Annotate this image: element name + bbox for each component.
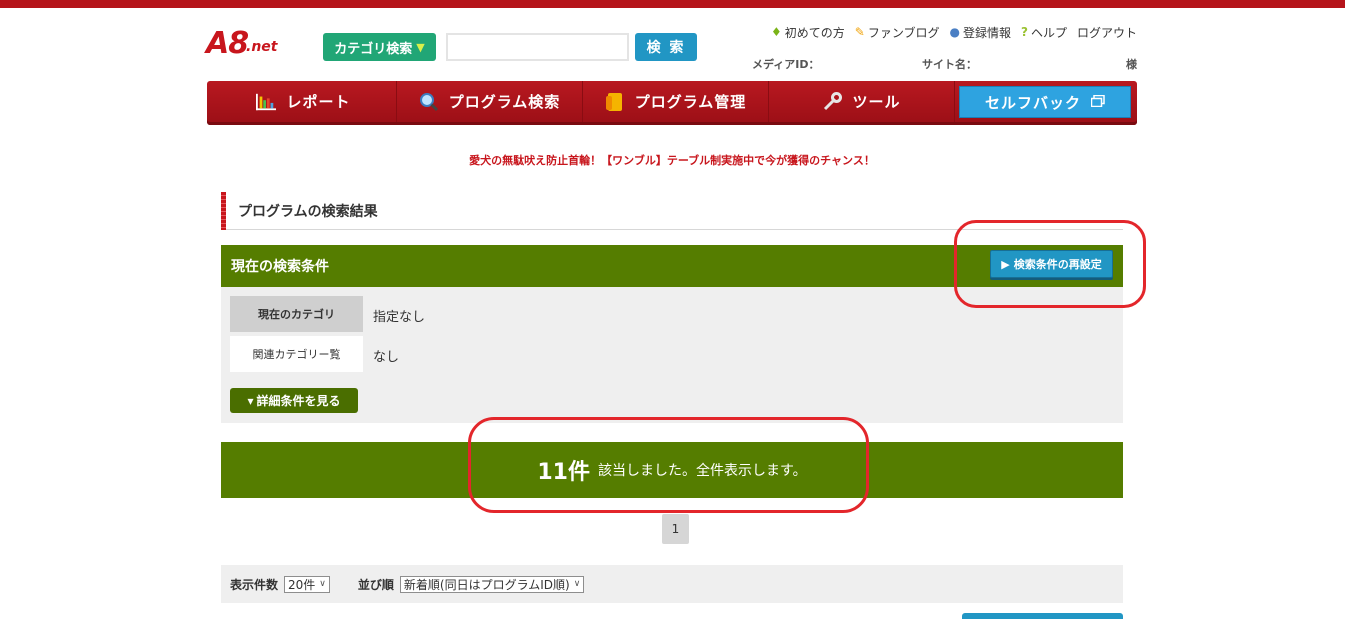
view-detail-conditions-button[interactable]: ▾ 詳細条件を見る	[230, 388, 358, 413]
reset-conditions-button[interactable]: ▶ 検索条件の再設定	[990, 250, 1113, 278]
conditions-header-label: 現在の検索条件	[231, 259, 329, 275]
help-link-label: ヘルプ	[1030, 25, 1067, 40]
reset-conditions-label: 検索条件の再設定	[1013, 258, 1102, 271]
search-button[interactable]: 検 索	[635, 33, 697, 61]
triangle-down-icon: ▾	[247, 393, 254, 408]
folder-icon	[605, 92, 625, 112]
sort-order-value: 新着順(同日はプログラムID順)	[403, 577, 570, 592]
category-search-button[interactable]: カテゴリ検索 ▼	[323, 33, 436, 61]
related-category-value: なし	[373, 350, 400, 365]
current-category-value: 指定なし	[373, 310, 426, 325]
question-icon: ?	[1021, 25, 1028, 39]
magnifier-icon	[419, 92, 439, 112]
page-title: プログラムの検索結果	[221, 192, 1123, 230]
main-navigation: レポート プログラム検索 プログラム管理 ツール セルフバック	[207, 81, 1137, 125]
chevron-down-icon: ∨	[573, 579, 581, 589]
logout-link-label: ログアウト	[1076, 25, 1137, 40]
external-window-icon	[1090, 93, 1105, 111]
current-category-label: 現在のカテゴリ	[230, 296, 363, 332]
nav-program-search[interactable]: プログラム検索	[397, 81, 583, 122]
nav-program-management[interactable]: プログラム管理	[583, 81, 769, 122]
sort-order-select[interactable]: 新着順(同日はプログラムID順) ∨	[399, 575, 585, 593]
logo-sub-text: .net	[246, 39, 278, 55]
user-icon: ●	[949, 25, 960, 39]
sort-bar: 表示件数 20件 ∨ 並び順 新着順(同日はプログラムID順) ∨	[221, 565, 1123, 603]
fan-blog-link-label: ファンブログ	[867, 25, 940, 40]
bar-chart-icon	[256, 92, 277, 112]
result-banner: 11件 該当しました。全件表示します。	[221, 442, 1123, 498]
registration-info-label: 登録情報	[962, 25, 1011, 40]
nav-selfback-label: セルフバック	[984, 93, 1081, 112]
pencil-icon: ✎	[854, 25, 865, 39]
per-page-select[interactable]: 20件 ∨	[284, 575, 330, 593]
category-search-label: カテゴリ検索	[334, 41, 413, 57]
per-page-label: 表示件数	[230, 577, 279, 592]
registration-info-link[interactable]: ● 登録情報	[950, 23, 1012, 41]
nav-program-search-label: プログラム検索	[448, 93, 561, 111]
help-link[interactable]: ? ヘルプ	[1021, 23, 1067, 41]
view-detail-conditions-label: 詳細条件を見る	[256, 394, 341, 408]
triangle-down-icon: ▼	[416, 40, 425, 54]
nav-report[interactable]: レポート	[211, 81, 397, 122]
pager-page-1[interactable]: 1	[662, 514, 689, 544]
nav-report-label: レポート	[286, 93, 351, 111]
site-name-label: サイト名：	[922, 58, 977, 71]
beginner-leaf-icon: ♦	[771, 25, 782, 39]
nav-program-management-label: プログラム管理	[634, 93, 747, 111]
account-meta: メディアID： サイト名： 様	[752, 56, 1137, 72]
related-category-label: 関連カテゴリー覧	[230, 336, 363, 372]
a8net-logo[interactable]: A8 .net	[206, 26, 298, 66]
conditions-header: 現在の検索条件	[221, 245, 1123, 287]
beginner-link[interactable]: ♦ 初めての方	[771, 23, 845, 41]
wrench-icon	[822, 91, 843, 112]
nav-selfback-button[interactable]: セルフバック	[959, 86, 1131, 118]
result-message: 該当しました。全件表示します。	[598, 463, 807, 479]
per-page-value: 20件	[288, 577, 316, 592]
sort-order-label: 並び順	[357, 577, 394, 592]
utility-links: ♦ 初めての方 ✎ ファンブログ ● 登録情報 ? ヘルプ ログアウト	[770, 23, 1137, 41]
chevron-down-icon: ∨	[319, 579, 326, 589]
logo-text: A8	[206, 26, 249, 61]
honorific-suffix: 様	[1126, 58, 1137, 71]
beginner-link-label: 初めての方	[784, 25, 845, 40]
media-id-label: メディアID：	[752, 58, 820, 71]
fan-blog-link[interactable]: ✎ ファンブログ	[855, 23, 940, 41]
top-accent-bar	[0, 0, 1345, 8]
search-input[interactable]	[446, 33, 629, 61]
nav-tools[interactable]: ツール	[769, 81, 955, 122]
promo-banner-link[interactable]: 愛犬の無駄吠え防止首輪！【ワンブル】テーブル制実施中で今が獲得のチャンス！	[207, 152, 1137, 168]
nav-tools-label: ツール	[852, 93, 901, 111]
partially-visible-button[interactable]	[962, 613, 1123, 619]
result-count: 11件	[537, 460, 590, 485]
triangle-right-icon: ▶	[1001, 257, 1010, 271]
logout-link[interactable]: ログアウト	[1077, 23, 1137, 41]
